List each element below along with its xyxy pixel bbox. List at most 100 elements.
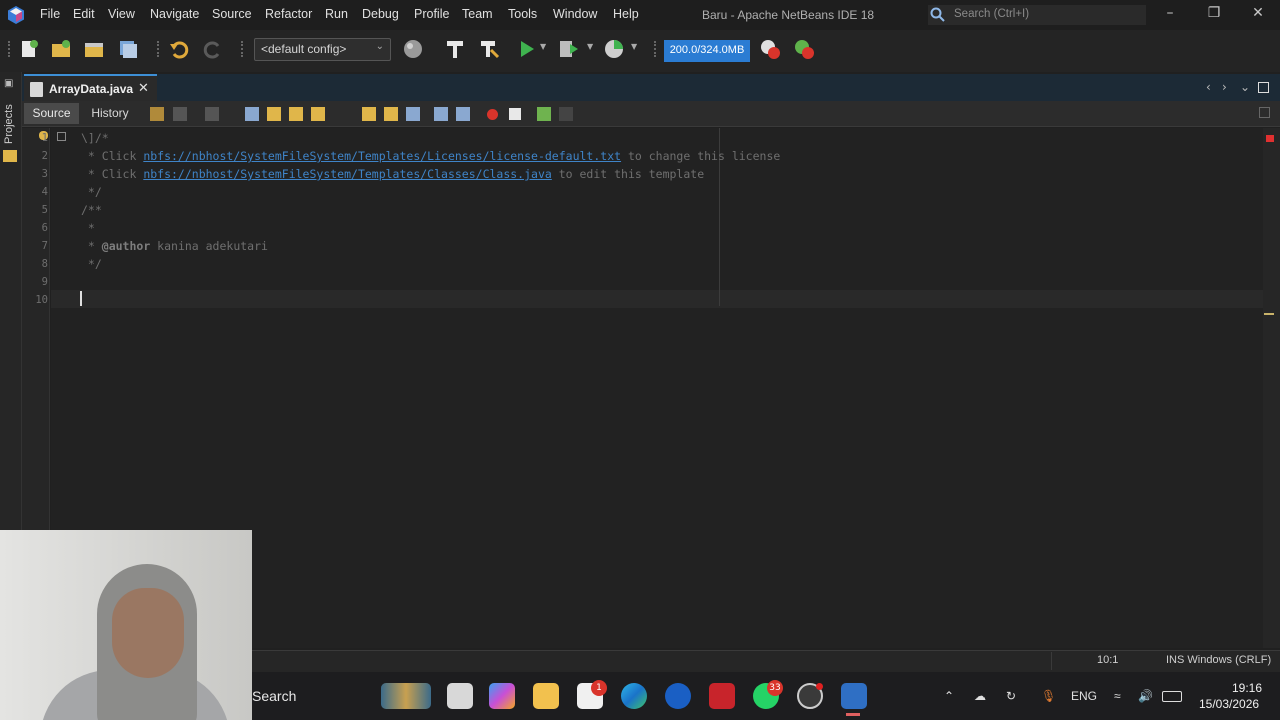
status-divider (1051, 652, 1052, 670)
code-text: /** (81, 203, 102, 217)
maximize-editor-icon[interactable] (1258, 82, 1269, 93)
template-link[interactable]: nbfs://nbhost/SystemFileSystem/Templates… (143, 167, 552, 181)
file-explorer-icon[interactable] (533, 683, 559, 709)
profiler-snapshot-icon[interactable] (793, 38, 815, 60)
source-view-button[interactable]: Source (24, 103, 79, 124)
volume-icon[interactable]: 🔊 (1138, 689, 1153, 703)
menu-run[interactable]: Run (325, 7, 348, 21)
start-macro-icon[interactable] (487, 109, 498, 120)
find-next-icon[interactable] (289, 107, 303, 121)
insert-mode-line-endings[interactable]: INS Windows (CRLF) (1166, 654, 1271, 666)
wifi-icon[interactable]: ≈ (1114, 689, 1121, 703)
debug-icon[interactable] (558, 38, 580, 60)
copilot-icon[interactable] (489, 683, 515, 709)
previous-bookmark-icon[interactable] (362, 107, 376, 121)
new-project-icon[interactable] (50, 38, 72, 60)
hp-icon[interactable] (665, 683, 691, 709)
menu-file[interactable]: File (40, 7, 60, 21)
back-icon[interactable] (173, 107, 187, 121)
uncomment-icon[interactable] (559, 107, 573, 121)
memory-usage-indicator[interactable]: 200.0/324.0MB (664, 40, 750, 62)
close-window-icon[interactable]: ✕ (1245, 5, 1271, 25)
gc-icon[interactable] (759, 38, 781, 60)
save-all-icon[interactable] (117, 38, 139, 60)
active-app-indicator (846, 713, 860, 716)
shift-left-icon[interactable] (434, 107, 448, 121)
last-edit-icon[interactable] (150, 107, 164, 121)
edge-browser-icon[interactable] (621, 683, 647, 709)
menu-profile[interactable]: Profile (414, 7, 449, 21)
code-text: to change this license (621, 149, 781, 163)
projects-panel-tab[interactable]: Projects (3, 104, 19, 144)
menu-team[interactable]: Team (462, 7, 493, 21)
config-select[interactable]: <default config> ⌄ (254, 38, 391, 61)
input-language[interactable]: ENG (1071, 689, 1097, 703)
tab-arraydata-java[interactable]: ArrayData.java ✕ (24, 74, 157, 101)
menu-refactor[interactable]: Refactor (265, 7, 312, 21)
battery-icon[interactable] (1162, 691, 1182, 702)
find-previous-icon[interactable] (267, 107, 281, 121)
code-text: kanina adekutari (150, 239, 268, 253)
menu-view[interactable]: View (108, 7, 135, 21)
stop-macro-icon[interactable] (509, 108, 521, 120)
scroll-tabs-left-icon[interactable]: ‹ (1206, 80, 1211, 94)
toggle-highlight-icon[interactable] (311, 107, 325, 121)
menu-tools[interactable]: Tools (508, 7, 537, 21)
microphone-icon[interactable]: 🎙 (1041, 689, 1056, 703)
redo-icon[interactable] (202, 38, 224, 60)
menu-debug[interactable]: Debug (362, 7, 399, 21)
split-editor-icon[interactable] (1259, 107, 1270, 118)
code-text: */ (81, 257, 102, 271)
toolbar-separator (157, 41, 159, 57)
menu-edit[interactable]: Edit (73, 7, 95, 21)
open-project-icon[interactable] (83, 38, 105, 60)
quick-search-input[interactable]: Search (Ctrl+I) (928, 5, 1146, 25)
show-hidden-icons-icon[interactable]: ⌃ (944, 689, 954, 703)
menu-help[interactable]: Help (613, 7, 639, 21)
run-dropdown-icon[interactable]: ▼ (540, 42, 546, 51)
scroll-tabs-right-icon[interactable]: › (1222, 80, 1227, 94)
shift-right-icon[interactable] (456, 107, 470, 121)
error-marker[interactable] (1266, 135, 1274, 142)
netbeans-taskbar-icon[interactable] (841, 683, 867, 709)
find-selection-icon[interactable] (245, 107, 259, 121)
next-bookmark-icon[interactable] (384, 107, 398, 121)
taskbar-search[interactable]: Search (252, 688, 296, 704)
template-link[interactable]: nbfs://nbhost/SystemFileSystem/Templates… (143, 149, 621, 163)
menu-navigate[interactable]: Navigate (150, 7, 199, 21)
fold-toggle-icon[interactable] (57, 132, 66, 141)
show-opened-documents-icon[interactable]: ⌄ (1240, 80, 1250, 94)
sync-icon[interactable]: ↻ (1006, 689, 1016, 703)
onedrive-icon[interactable]: ☁ (974, 689, 986, 703)
close-tab-icon[interactable]: ✕ (138, 81, 149, 96)
caret-position[interactable]: 10:1 (1097, 654, 1118, 666)
toggle-bookmark-icon[interactable] (406, 107, 420, 121)
clock-date[interactable]: 15/03/2026 (1199, 697, 1259, 711)
menu-window[interactable]: Window (553, 7, 597, 21)
new-file-icon[interactable] (18, 38, 40, 60)
forward-icon[interactable] (205, 107, 219, 121)
search-highlight-icon[interactable] (381, 683, 431, 709)
run-icon[interactable] (516, 38, 538, 60)
toolbar-separator (654, 41, 656, 57)
clock-time[interactable]: 19:16 (1232, 681, 1262, 695)
minimize-icon[interactable]: – (1157, 5, 1183, 25)
clean-build-icon[interactable] (478, 38, 500, 60)
profile-dropdown-icon[interactable]: ▼ (631, 42, 637, 51)
mcafee-icon[interactable] (709, 683, 735, 709)
window-toggle-icon[interactable]: ▣ (4, 78, 13, 89)
task-view-icon[interactable] (447, 683, 473, 709)
debug-dropdown-icon[interactable]: ▼ (587, 42, 593, 51)
comment-icon[interactable] (537, 107, 551, 121)
profile-icon[interactable] (603, 38, 625, 60)
code-line: * Click nbfs://nbhost/SystemFileSystem/T… (81, 167, 704, 181)
undo-icon[interactable] (168, 38, 190, 60)
status-bar (252, 650, 1280, 672)
services-panel-icon[interactable] (3, 150, 17, 162)
menu-source[interactable]: Source (212, 7, 252, 21)
build-hammer-icon[interactable] (444, 38, 466, 60)
globe-icon[interactable] (402, 38, 424, 60)
restore-icon[interactable]: ❐ (1201, 5, 1227, 25)
history-view-button[interactable]: History (84, 103, 136, 124)
toolbar-grip (8, 41, 10, 57)
